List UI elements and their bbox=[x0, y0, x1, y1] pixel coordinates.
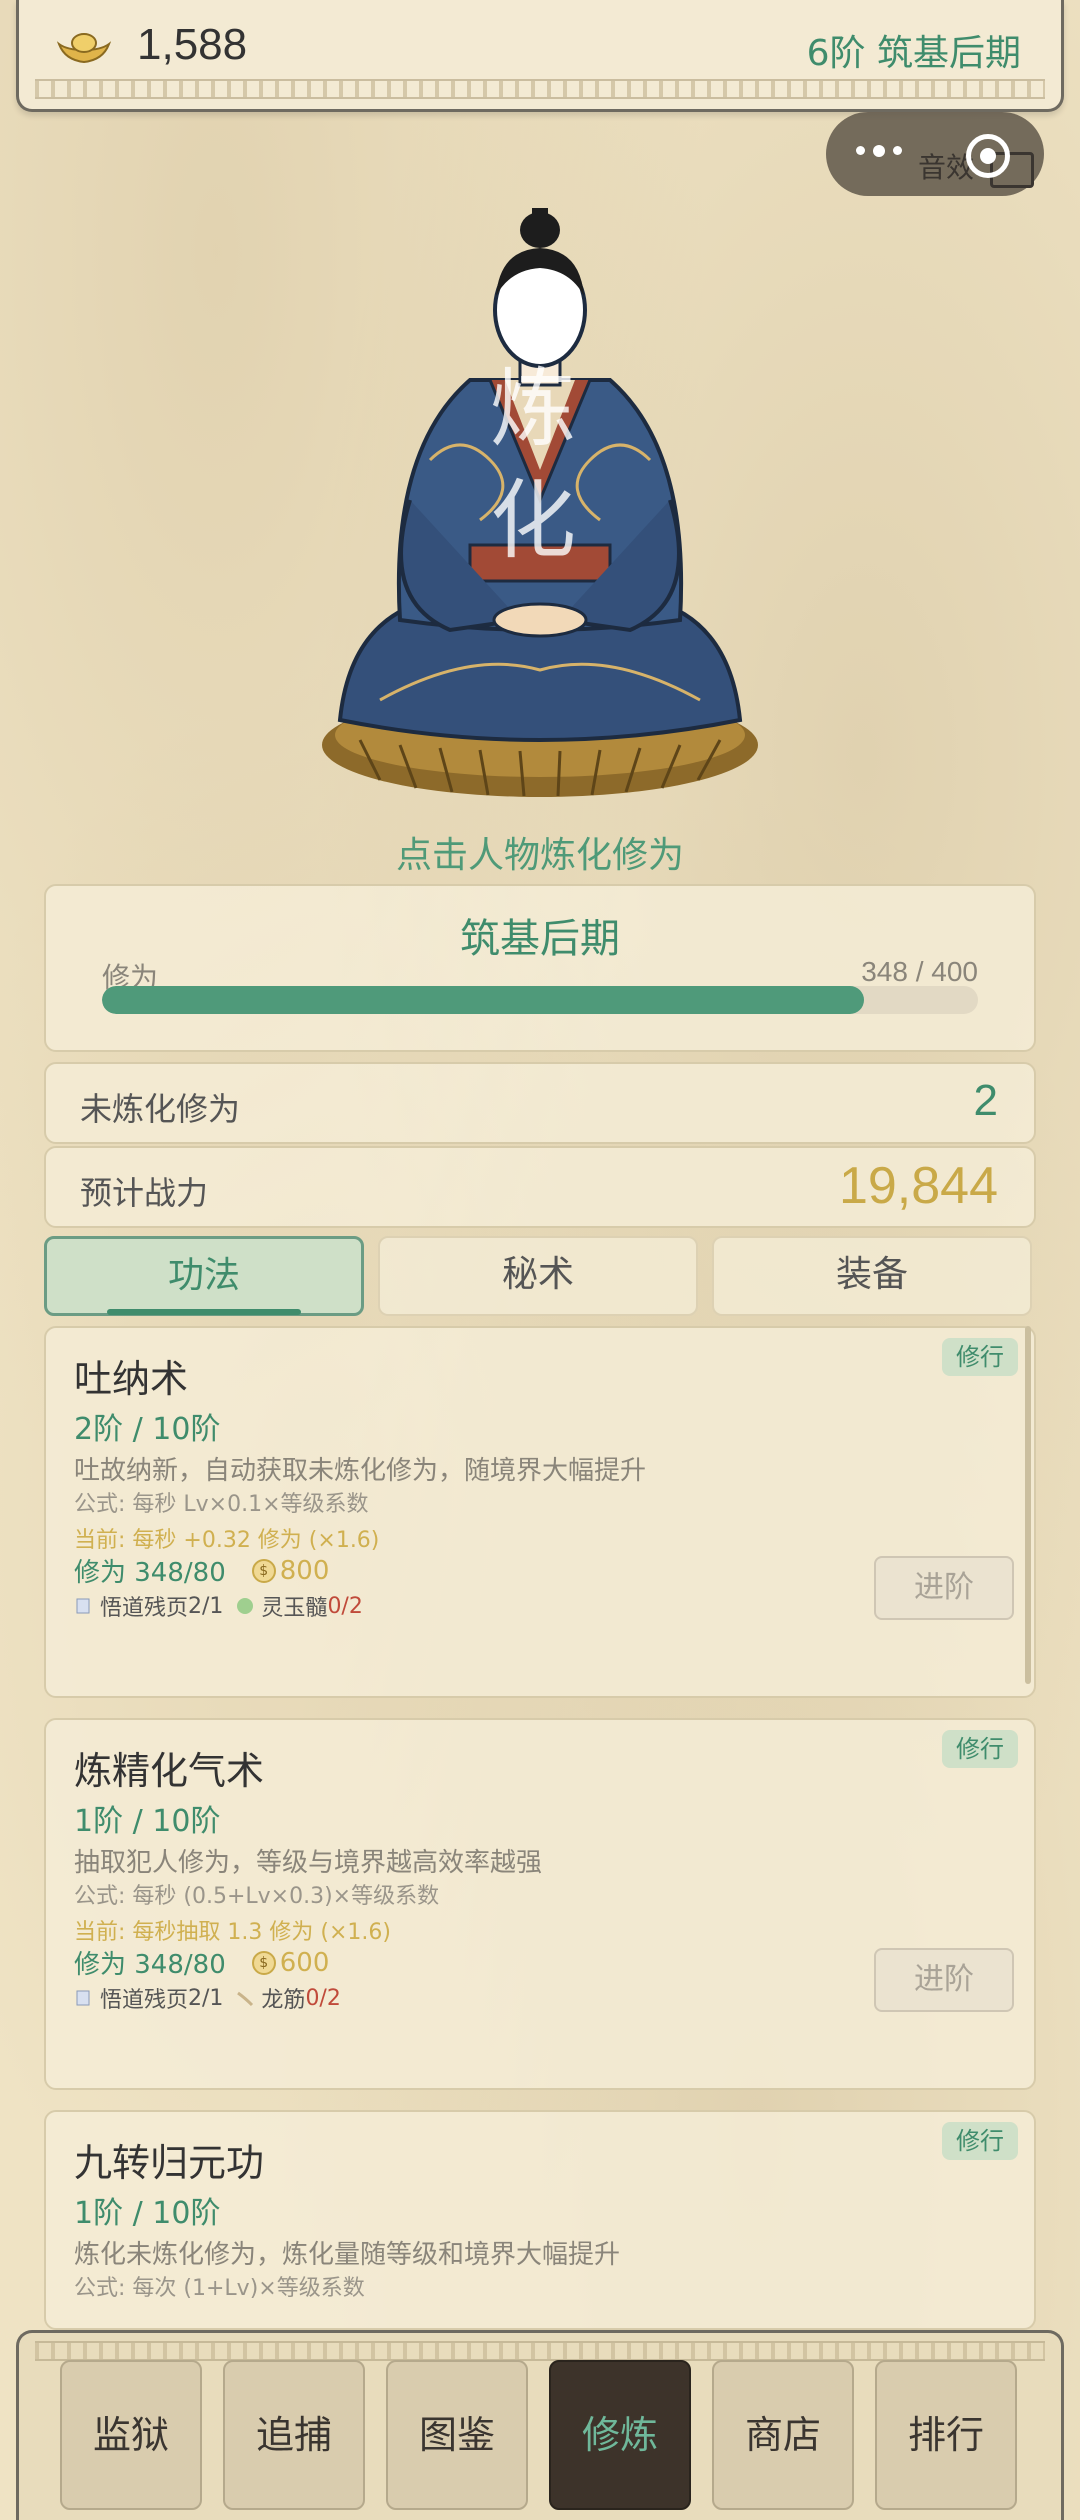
practice-badge: 修行 bbox=[942, 2122, 1018, 2160]
skill-description: 吐故纳新，自动获取未炼化修为，随境界大幅提升 bbox=[74, 1456, 647, 1486]
material-name: 灵玉髓 bbox=[261, 1596, 328, 1621]
material-name: 龙筋 bbox=[261, 1988, 306, 2013]
skill-card: 修行 炼精化气术 1阶 / 10阶 抽取犯人修为，等级与境界越高效率越强 公式:… bbox=[44, 1718, 1036, 2090]
coin-icon: $ bbox=[251, 1950, 276, 1975]
skill-list-scrollbar[interactable] bbox=[1025, 1326, 1031, 1684]
nav-shop[interactable]: 商店 bbox=[712, 2360, 854, 2510]
xiuwei-cost: 修为 348/80 bbox=[74, 1558, 226, 1588]
tab-gongfa[interactable]: 功法 bbox=[44, 1236, 364, 1316]
meander-border bbox=[35, 79, 1045, 99]
miniprogram-capsule[interactable]: 音效 bbox=[826, 112, 1044, 196]
progress-bar bbox=[102, 986, 978, 1014]
skill-level: 1阶 / 10阶 bbox=[74, 2196, 221, 2231]
skill-cost: 修为 348/80 $ 800 bbox=[74, 1552, 329, 1589]
skill-card: 修行 吐纳术 2阶 / 10阶 吐故纳新，自动获取未炼化修为，随境界大幅提升 公… bbox=[44, 1326, 1036, 1698]
skill-materials: 悟道残页 2/1 灵玉髓 0/2 bbox=[74, 1590, 363, 1622]
material-count: 2/1 bbox=[188, 1593, 224, 1619]
nav-pursuit[interactable]: 追捕 bbox=[223, 2360, 365, 2510]
meander-border bbox=[35, 2341, 1045, 2361]
skill-description: 抽取犯人修为，等级与境界越高效率越强 bbox=[74, 1848, 543, 1878]
money-cost: 600 bbox=[279, 1947, 330, 1978]
material-count: 0/2 bbox=[327, 1593, 363, 1619]
refine-floating-text: 化 bbox=[490, 471, 576, 571]
jade-orb-icon bbox=[237, 1598, 254, 1614]
material-count: 2/1 bbox=[188, 1985, 224, 2011]
nav-codex[interactable]: 图鉴 bbox=[386, 2360, 528, 2510]
scroll-page-icon bbox=[76, 1990, 90, 2006]
realm-level: 6阶 筑基后期 bbox=[806, 33, 1021, 74]
advance-button[interactable]: 进阶 bbox=[874, 1948, 1014, 2012]
money-cost: 800 bbox=[279, 1555, 330, 1586]
skill-name: 吐纳术 bbox=[74, 1357, 189, 1401]
skill-level: 1阶 / 10阶 bbox=[74, 1804, 221, 1839]
skill-name: 九转归元功 bbox=[74, 2141, 265, 2185]
material-name: 悟道残页 bbox=[100, 1988, 189, 2013]
unrefined-row: 未炼化修为 2 bbox=[44, 1062, 1036, 1144]
nav-prison[interactable]: 监狱 bbox=[60, 2360, 202, 2510]
practice-badge: 修行 bbox=[942, 1730, 1018, 1768]
power-label: 预计战力 bbox=[80, 1174, 209, 1212]
unrefined-label: 未炼化修为 bbox=[80, 1090, 241, 1128]
progress-value: 348 / 400 bbox=[861, 956, 978, 987]
skill-materials: 悟道残页 2/1 龙筋 0/2 bbox=[74, 1982, 341, 2014]
skill-name: 炼精化气术 bbox=[74, 1749, 265, 1793]
skill-cost: 修为 348/80 $ 600 bbox=[74, 1944, 329, 1981]
realm-progress-card: 筑基后期 修为 348 / 400 bbox=[44, 884, 1036, 1052]
skill-current-effect: 当前: 每秒 +0.32 修为 (×1.6) bbox=[74, 1528, 380, 1553]
tab-equipment[interactable]: 装备 bbox=[712, 1236, 1032, 1316]
skill-level: 2阶 / 10阶 bbox=[74, 1412, 221, 1447]
skill-formula: 公式: 每秒 (0.5+Lv×0.3)×等级系数 bbox=[74, 1884, 440, 1909]
nav-ranking[interactable]: 排行 bbox=[875, 2360, 1017, 2510]
material-count: 0/2 bbox=[305, 1985, 341, 2011]
advance-button[interactable]: 进阶 bbox=[874, 1556, 1014, 1620]
scroll-page-icon bbox=[76, 1598, 90, 1614]
material-name: 悟道残页 bbox=[100, 1596, 189, 1621]
more-icon[interactable] bbox=[856, 144, 902, 157]
gold-count: 1,588 bbox=[137, 20, 248, 69]
top-status-bar: 1,588 6阶 筑基后期 bbox=[16, 0, 1064, 112]
tab-mishu[interactable]: 秘术 bbox=[378, 1236, 698, 1316]
skill-current-effect: 当前: 每秒抽取 1.3 修为 (×1.6) bbox=[74, 1920, 391, 1945]
skill-formula: 公式: 每次 (1+Lv)×等级系数 bbox=[74, 2276, 365, 2301]
power-row: 预计战力 19,844 bbox=[44, 1146, 1036, 1228]
coin-icon: $ bbox=[251, 1558, 276, 1583]
tap-hint: 点击人物炼化修为 bbox=[395, 835, 684, 876]
unrefined-value: 2 bbox=[973, 1076, 998, 1125]
power-value: 19,844 bbox=[838, 1157, 998, 1215]
refine-floating-text: 炼 bbox=[490, 359, 576, 459]
close-miniprogram-icon[interactable] bbox=[966, 134, 1010, 178]
gold-ingot-icon bbox=[57, 33, 111, 64]
practice-badge: 修行 bbox=[942, 1338, 1018, 1376]
skill-description: 炼化未炼化修为，炼化量随等级和境界大幅提升 bbox=[74, 2240, 621, 2270]
skill-card: 修行 九转归元功 1阶 / 10阶 炼化未炼化修为，炼化量随等级和境界大幅提升 … bbox=[44, 2110, 1036, 2330]
skill-formula: 公式: 每秒 Lv×0.1×等级系数 bbox=[74, 1492, 369, 1517]
dragon-tendon-icon bbox=[237, 1991, 254, 2007]
nav-cultivation[interactable]: 修炼 bbox=[549, 2360, 691, 2510]
xiuwei-cost: 修为 348/80 bbox=[74, 1950, 226, 1980]
progress-bar-fill bbox=[102, 986, 865, 1014]
